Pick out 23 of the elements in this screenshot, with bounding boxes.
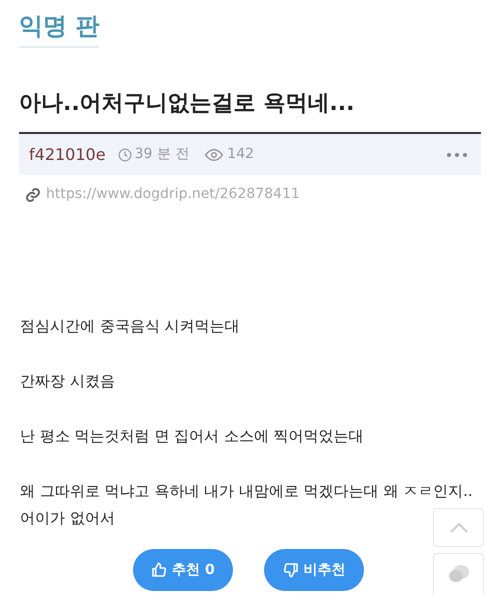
eye-icon: [205, 148, 224, 160]
chevron-up-icon: [450, 522, 468, 532]
body-text: 난 평소 먹는것처럼 면 집어서 소스에 찍어먹었는대: [20, 426, 364, 447]
post-time: 39 분 전: [134, 145, 190, 164]
chat-bubbles-icon: [448, 564, 470, 584]
link-icon: [25, 186, 41, 202]
downvote-button[interactable]: 비추천: [264, 549, 364, 591]
post-title: 아나..어처구니없는걸로 욕먹네...: [19, 90, 356, 118]
body-text: 점심시간에 중국음식 시켜먹는대: [20, 316, 240, 337]
author-name[interactable]: f421010e: [29, 142, 106, 166]
upvote-button[interactable]: 추천 0: [133, 549, 233, 591]
body-text: 왜 그따위로 먹냐고 욕하네 내가 내맘에로 먹겠다는대 왜 ㅈㄹ인지..: [20, 481, 473, 502]
clock-icon: [118, 148, 132, 162]
more-icon[interactable]: [447, 152, 467, 156]
comments-button[interactable]: [433, 553, 484, 595]
body-text: 간짜장 시켰음: [20, 371, 115, 392]
scroll-top-button[interactable]: [433, 508, 484, 547]
thumbs-up-icon: [151, 562, 168, 578]
board-title[interactable]: 익명 판: [19, 10, 100, 42]
body-text: 어이가 없어서: [20, 508, 115, 529]
view-count: 142: [227, 145, 254, 164]
thumbs-down-icon: [282, 562, 298, 578]
post-url[interactable]: https://www.dogdrip.net/262878411: [46, 184, 300, 205]
